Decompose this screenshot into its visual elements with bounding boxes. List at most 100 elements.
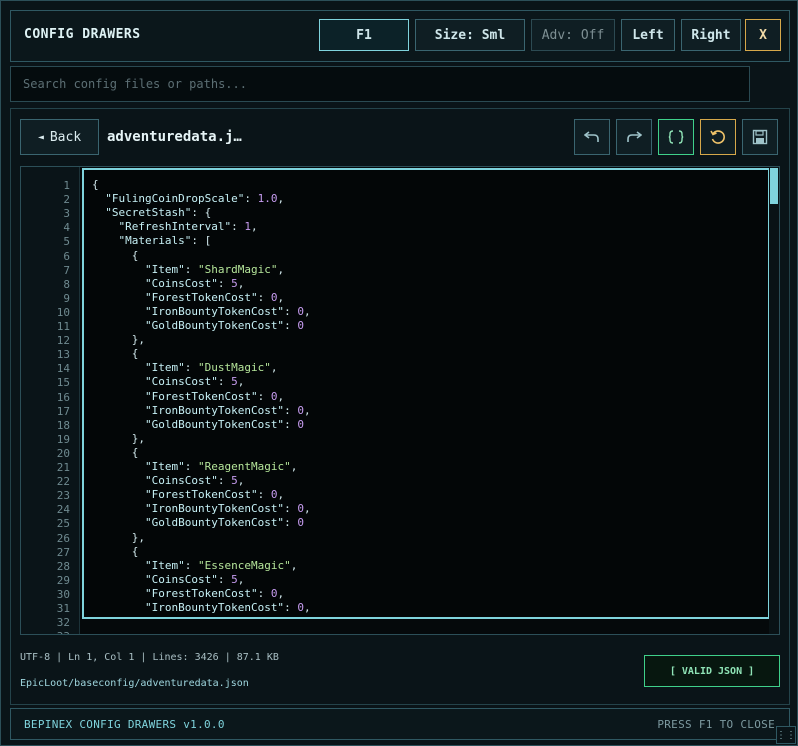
code-line: "RefreshInterval": 1, bbox=[118, 220, 258, 234]
code-line: "ForestTokenCost": 0, bbox=[144, 488, 285, 502]
file-name: adventuredata.j… bbox=[107, 129, 242, 145]
code-line: "GoldBountyTokenCost": 0 bbox=[144, 319, 304, 332]
dock-right-button[interactable]: Right bbox=[681, 19, 741, 51]
json-editor: 1 2 3 4 5 6 7 8 9 10 11 12 13 14 15 16 17 18 19 20 21 22 23 24 2… bbox=[20, 166, 780, 635]
line-number: 33 bbox=[21, 630, 70, 634]
code-line: "IronBountyTokenCost": 0, bbox=[144, 601, 311, 614]
code-line: "IronBountyTokenCost": 0, bbox=[144, 403, 311, 417]
back-label: Back bbox=[49, 129, 82, 145]
code-line: "SecretStash": { bbox=[105, 206, 212, 220]
close-button[interactable]: X bbox=[745, 19, 781, 51]
line-number: 9 bbox=[63, 291, 70, 305]
line-number: 5 bbox=[63, 235, 70, 249]
scrollbar-thumb[interactable] bbox=[770, 168, 778, 204]
line-number: 29 bbox=[56, 573, 70, 587]
line-number: 7 bbox=[63, 263, 70, 277]
line-number: 26 bbox=[56, 531, 70, 545]
code-line: "ForestTokenCost": 0, bbox=[144, 586, 285, 600]
line-number: 14 bbox=[56, 362, 70, 376]
back-button[interactable]: ◄ Back bbox=[20, 119, 99, 155]
line-number: 13 bbox=[56, 348, 70, 362]
code-line: "ForestTokenCost": 0, bbox=[144, 389, 285, 403]
reload-icon bbox=[710, 130, 725, 144]
code-line: "CoinsCost": 5, bbox=[144, 276, 245, 290]
line-number: 31 bbox=[56, 602, 70, 615]
header-bar: CONFIG DRAWERS F1 Size: Sml Adv: Off Lef… bbox=[10, 10, 790, 62]
code-line: "Item": "ReagentMagic", bbox=[144, 460, 298, 473]
code-line: "Item": "DustMagic", bbox=[144, 361, 278, 375]
code-line: { bbox=[92, 248, 139, 262]
code-line: "GoldBountyTokenCost": 0 bbox=[144, 516, 304, 530]
dock-left-button[interactable]: Left bbox=[621, 19, 675, 51]
file-path: EpicLoot/baseconfig/adventuredata.json bbox=[20, 678, 249, 689]
app-title: CONFIG DRAWERS bbox=[24, 27, 141, 42]
format-icon bbox=[668, 130, 684, 144]
line-number: 20 bbox=[56, 446, 70, 460]
line-number: 18 bbox=[56, 418, 70, 432]
line-number: 3 bbox=[63, 207, 70, 221]
code-line: "Materials": [ bbox=[118, 234, 212, 248]
line-number: 2 bbox=[63, 193, 70, 207]
line-number: 28 bbox=[56, 559, 70, 573]
line-number: 6 bbox=[63, 249, 70, 263]
code-line: { bbox=[92, 544, 139, 558]
line-number: 27 bbox=[56, 545, 70, 559]
line-number: 17 bbox=[56, 404, 70, 418]
code-line: "CoinsCost": 5, bbox=[144, 572, 245, 586]
line-number: 22 bbox=[56, 475, 70, 489]
redo-icon bbox=[627, 131, 642, 142]
code-line: "IronBountyTokenCost": 0, bbox=[144, 502, 311, 516]
footer-bar: BEPINEX CONFIG DRAWERS v1.0.0 PRESS F1 T… bbox=[10, 708, 790, 740]
code-line: "GoldBountyTokenCost": 0 bbox=[144, 417, 304, 431]
code-line: "Item": "EssenceMagic", bbox=[144, 558, 298, 572]
code-line: "FulingCoinDropScale": 1.0, bbox=[105, 192, 285, 206]
file-panel: ◄ Back adventuredata.j… 1 2 3 4 5 6 7 8 … bbox=[10, 108, 790, 705]
code-line: "CoinsCost": 5, bbox=[144, 375, 245, 389]
line-number: 32 bbox=[56, 616, 70, 630]
save-button[interactable] bbox=[742, 119, 778, 155]
line-number: 21 bbox=[56, 461, 70, 474]
line-number: 15 bbox=[56, 376, 70, 390]
f1-button[interactable]: F1 bbox=[319, 19, 409, 51]
line-number: 23 bbox=[56, 489, 70, 503]
code-line: "Item": "ShardMagic", bbox=[144, 262, 285, 276]
editor-scrollbar[interactable] bbox=[769, 167, 779, 634]
code-line: }, bbox=[92, 530, 145, 544]
config-drawers-window: CONFIG DRAWERS F1 Size: Sml Adv: Off Lef… bbox=[0, 0, 798, 746]
footer-version: BEPINEX CONFIG DRAWERS v1.0.0 bbox=[24, 718, 225, 731]
valid-json-badge: [ VALID JSON ] bbox=[644, 655, 780, 687]
reload-button[interactable] bbox=[700, 119, 736, 155]
code-line: "IronBountyTokenCost": 0, bbox=[144, 304, 311, 318]
save-icon bbox=[752, 129, 768, 145]
code-line: "CoinsCost": 5, bbox=[144, 474, 245, 488]
line-number: 1 bbox=[63, 179, 70, 192]
advanced-toggle-button[interactable]: Adv: Off bbox=[531, 19, 615, 51]
back-arrow-icon: ◄ bbox=[37, 131, 44, 143]
line-number: 24 bbox=[56, 503, 70, 517]
line-number: 30 bbox=[56, 587, 70, 601]
undo-icon bbox=[584, 131, 599, 142]
code-line: { bbox=[92, 445, 139, 459]
undo-button[interactable] bbox=[574, 119, 610, 155]
redo-button[interactable] bbox=[616, 119, 652, 155]
search-input[interactable] bbox=[10, 66, 750, 102]
code-line: { bbox=[92, 347, 139, 361]
footer-hint: PRESS F1 TO CLOSE bbox=[657, 718, 775, 731]
size-button[interactable]: Size: Sml bbox=[415, 19, 525, 51]
line-number: 11 bbox=[56, 320, 70, 333]
line-number: 25 bbox=[56, 517, 70, 531]
line-number: 16 bbox=[56, 390, 70, 404]
line-number: 19 bbox=[56, 432, 70, 446]
line-number: 8 bbox=[63, 277, 70, 291]
line-number-gutter: 1 2 3 4 5 6 7 8 9 10 11 12 13 14 15 16 17 18 19 20 21 22 23 24 2… bbox=[21, 167, 80, 634]
code-line: }, bbox=[92, 431, 145, 445]
resize-grip-icon[interactable]: ⋮⋮ bbox=[776, 726, 796, 744]
code-line: { bbox=[92, 178, 99, 191]
format-json-button[interactable] bbox=[658, 119, 694, 155]
line-number: 10 bbox=[56, 305, 70, 319]
code-line: "ForestTokenCost": 0, bbox=[144, 290, 285, 304]
code-area[interactable]: { "FulingCoinDropScale": 1.0, "SecretSta… bbox=[82, 168, 770, 619]
line-number: 4 bbox=[63, 221, 70, 235]
line-number: 12 bbox=[56, 334, 70, 348]
status-line: UTF-8 | Ln 1, Col 1 | Lines: 3426 | 87.1… bbox=[20, 652, 279, 663]
